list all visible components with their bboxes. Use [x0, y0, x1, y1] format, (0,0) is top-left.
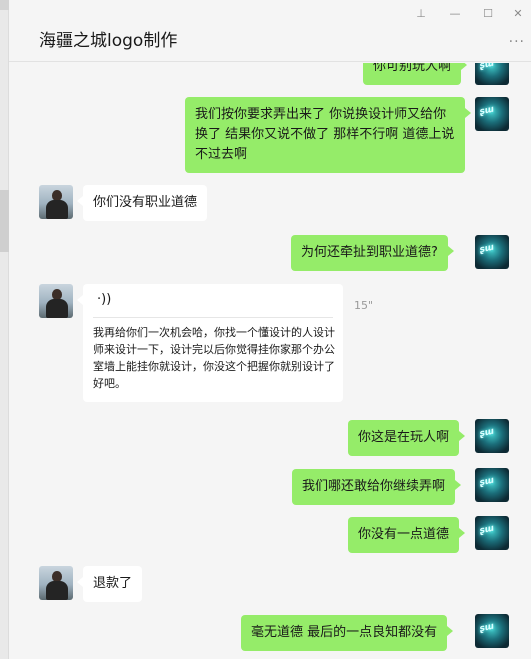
pin-icon[interactable]: ⊥ [411, 6, 431, 22]
voice-duration: 15" [354, 299, 374, 312]
window-left-edge [0, 0, 9, 659]
more-icon[interactable]: ··· [509, 34, 525, 50]
self-avatar[interactable]: ʂɯ [475, 468, 509, 502]
left-edge-segment [0, 0, 9, 10]
self-avatar[interactable]: ʂɯ [475, 63, 509, 85]
self-avatar[interactable]: ʂɯ [475, 516, 509, 550]
self-avatar[interactable]: ʂɯ [475, 97, 509, 131]
message-bubble-self[interactable]: 我们哪还敢给你继续弄啊 [292, 469, 462, 505]
message-bubble-self[interactable]: 我们按你要求弄出来了 你说换设计师又给你换了 结果你又说不做了 那样不行啊 道德… [185, 97, 471, 173]
message-bubble-other[interactable]: 你们没有职业道德 [76, 185, 208, 221]
other-avatar[interactable] [39, 566, 73, 600]
self-avatar[interactable]: ʂɯ [475, 419, 509, 453]
message-bubble-self[interactable]: 毫无道德 最后的一点良知都没有 [241, 615, 454, 651]
voice-divider [93, 317, 333, 318]
maximize-icon[interactable]: ☐ [478, 6, 498, 22]
left-edge-segment [0, 190, 9, 252]
message-bubble-self[interactable]: 你可别玩人啊 [363, 63, 468, 85]
minimize-icon[interactable]: — [445, 6, 465, 22]
close-icon[interactable]: ✕ [508, 6, 528, 22]
self-avatar[interactable]: ʂɯ [475, 235, 509, 269]
self-avatar[interactable]: ʂɯ [475, 614, 509, 648]
message-bubble-self[interactable]: 你没有一点道德 [348, 517, 466, 553]
message-list[interactable]: 你可别玩人啊 ʂɯ 我们按你要求弄出来了 你说换设计师又给你换了 结果你又说不做… [9, 63, 531, 659]
other-avatar[interactable] [39, 185, 73, 219]
message-bubble-self[interactable]: 为何还牵扯到职业道德? [291, 235, 454, 271]
chat-header: 海疆之城logo制作 ⊥ — ☐ ✕ ··· [9, 0, 531, 62]
voice-wave-icon[interactable]: ·)) [97, 292, 111, 307]
message-bubble-self[interactable]: 你这是在玩人啊 [348, 420, 466, 456]
voice-transcript: 我再给你们一次机会哈，你找一个懂设计的人设计师来设计一下，设计完以后你觉得挂你家… [93, 326, 335, 390]
voice-message-card[interactable]: ·)) 我再给你们一次机会哈，你找一个懂设计的人设计师来设计一下，设计完以后你觉… [77, 284, 343, 402]
other-avatar[interactable] [39, 284, 73, 318]
message-bubble-other[interactable]: 退款了 [76, 566, 143, 602]
chat-title: 海疆之城logo制作 [39, 31, 178, 51]
